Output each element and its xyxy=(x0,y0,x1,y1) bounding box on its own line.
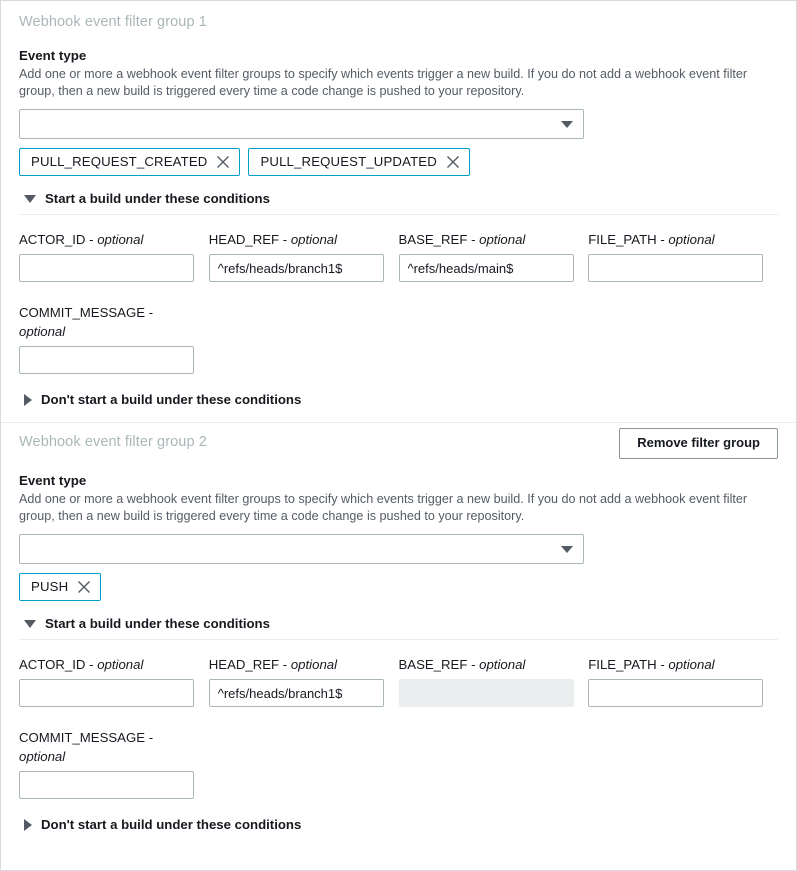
group-2-base-ref-label: BASE_REF - optional xyxy=(399,655,589,674)
group-1-dont-start-build-expander[interactable]: Don't start a build under these conditio… xyxy=(19,391,778,408)
group-2-file-path-col: FILE_PATH - optional xyxy=(588,641,778,707)
event-type-chip[interactable]: PUSH xyxy=(19,573,101,601)
caret-right-icon xyxy=(24,819,32,831)
group-1-event-type-select-wrap xyxy=(19,109,584,139)
group-2-base-ref-col: BASE_REF - optional xyxy=(399,641,589,707)
group-2-commit-message-row: COMMIT_MESSAGE - optional xyxy=(19,728,778,799)
remove-filter-group-button[interactable]: Remove filter group xyxy=(619,428,778,459)
caret-down-icon xyxy=(24,620,36,628)
group-1-commit-message-row: COMMIT_MESSAGE - optional xyxy=(19,303,778,374)
group-1-base-ref-label: BASE_REF - optional xyxy=(399,230,589,249)
group-2-actor-id-input[interactable] xyxy=(19,679,194,707)
group-2-event-type-label: Event type xyxy=(19,472,778,490)
event-type-chip-label: PULL_REQUEST_UPDATED xyxy=(260,154,436,170)
webhook-filter-group-2: Webhook event filter group 2 Remove filt… xyxy=(1,423,796,833)
group-2-event-type-description: Add one or more a webhook event filter g… xyxy=(19,491,778,524)
close-icon[interactable] xyxy=(77,580,91,594)
group-1-file-path-col: FILE_PATH - optional xyxy=(588,216,778,282)
event-type-chip[interactable]: PULL_REQUEST_CREATED xyxy=(19,148,240,176)
group-2-chips: PUSH xyxy=(19,573,778,601)
event-type-chip-label: PUSH xyxy=(31,579,68,595)
event-type-chip-label: PULL_REQUEST_CREATED xyxy=(31,154,207,170)
group-2-event-type-select-wrap xyxy=(19,534,584,564)
group-1-commit-message-input[interactable] xyxy=(19,346,194,374)
group-2-title: Webhook event filter group 2 xyxy=(19,432,207,452)
group-2-dont-start-build-expander[interactable]: Don't start a build under these conditio… xyxy=(19,816,778,833)
close-icon[interactable] xyxy=(446,155,460,169)
group-1-header: Webhook event filter group 1 xyxy=(19,12,778,34)
group-1-event-type-label: Event type xyxy=(19,47,778,65)
group-2-base-ref-input xyxy=(399,679,574,707)
group-1-head-ref-col: HEAD_REF - optional xyxy=(209,216,399,282)
group-1-actor-id-label: ACTOR_ID - optional xyxy=(19,230,209,249)
group-2-commit-message-input[interactable] xyxy=(19,771,194,799)
caret-right-icon xyxy=(24,394,32,406)
group-1-commit-message-label: COMMIT_MESSAGE - optional xyxy=(19,303,205,341)
group-1-dont-start-build-label: Don't start a build under these conditio… xyxy=(41,391,301,408)
group-2-start-build-label: Start a build under these conditions xyxy=(45,615,270,632)
group-2-commit-message-label: COMMIT_MESSAGE - optional xyxy=(19,728,205,766)
group-1-base-ref-col: BASE_REF - optional xyxy=(399,216,589,282)
group-2-file-path-label: FILE_PATH - optional xyxy=(588,655,778,674)
group-1-file-path-label: FILE_PATH - optional xyxy=(588,230,778,249)
group-2-dont-start-build-label: Don't start a build under these conditio… xyxy=(41,816,301,833)
group-1-head-ref-input[interactable] xyxy=(209,254,384,282)
group-1-start-build-rule xyxy=(19,214,778,215)
webhook-filter-group-1: Webhook event filter group 1 Event type … xyxy=(1,1,796,422)
group-1-start-build-expander[interactable]: Start a build under these conditions xyxy=(19,190,778,207)
caret-down-icon xyxy=(24,195,36,203)
group-2-condition-fields: ACTOR_ID - optional HEAD_REF - optional … xyxy=(19,641,778,707)
group-1-event-type-select[interactable] xyxy=(19,109,584,139)
group-1-head-ref-label: HEAD_REF - optional xyxy=(209,230,399,249)
group-2-start-build-expander[interactable]: Start a build under these conditions xyxy=(19,615,778,632)
group-2-head-ref-label: HEAD_REF - optional xyxy=(209,655,399,674)
group-1-event-type-description: Add one or more a webhook event filter g… xyxy=(19,66,778,99)
group-1-condition-fields: ACTOR_ID - optional HEAD_REF - optional … xyxy=(19,216,778,282)
group-1-file-path-input[interactable] xyxy=(588,254,763,282)
group-1-chips: PULL_REQUEST_CREATED PULL_REQUEST_UPDATE… xyxy=(19,148,778,176)
group-2-event-type-select[interactable] xyxy=(19,534,584,564)
group-1-actor-id-input[interactable] xyxy=(19,254,194,282)
group-2-start-build-rule xyxy=(19,639,778,640)
event-type-chip[interactable]: PULL_REQUEST_UPDATED xyxy=(248,148,469,176)
group-2-head-ref-input[interactable] xyxy=(209,679,384,707)
group-2-actor-id-col: ACTOR_ID - optional xyxy=(19,641,209,707)
group-2-file-path-input[interactable] xyxy=(588,679,763,707)
group-1-title: Webhook event filter group 1 xyxy=(19,12,207,32)
group-1-start-build-label: Start a build under these conditions xyxy=(45,190,270,207)
group-2-head-ref-col: HEAD_REF - optional xyxy=(209,641,399,707)
close-icon[interactable] xyxy=(216,155,230,169)
group-2-header: Webhook event filter group 2 Remove filt… xyxy=(19,432,778,459)
webhook-filter-groups-panel: Webhook event filter group 1 Event type … xyxy=(0,0,797,871)
group-2-actor-id-label: ACTOR_ID - optional xyxy=(19,655,209,674)
group-1-actor-id-col: ACTOR_ID - optional xyxy=(19,216,209,282)
group-1-base-ref-input[interactable] xyxy=(399,254,574,282)
